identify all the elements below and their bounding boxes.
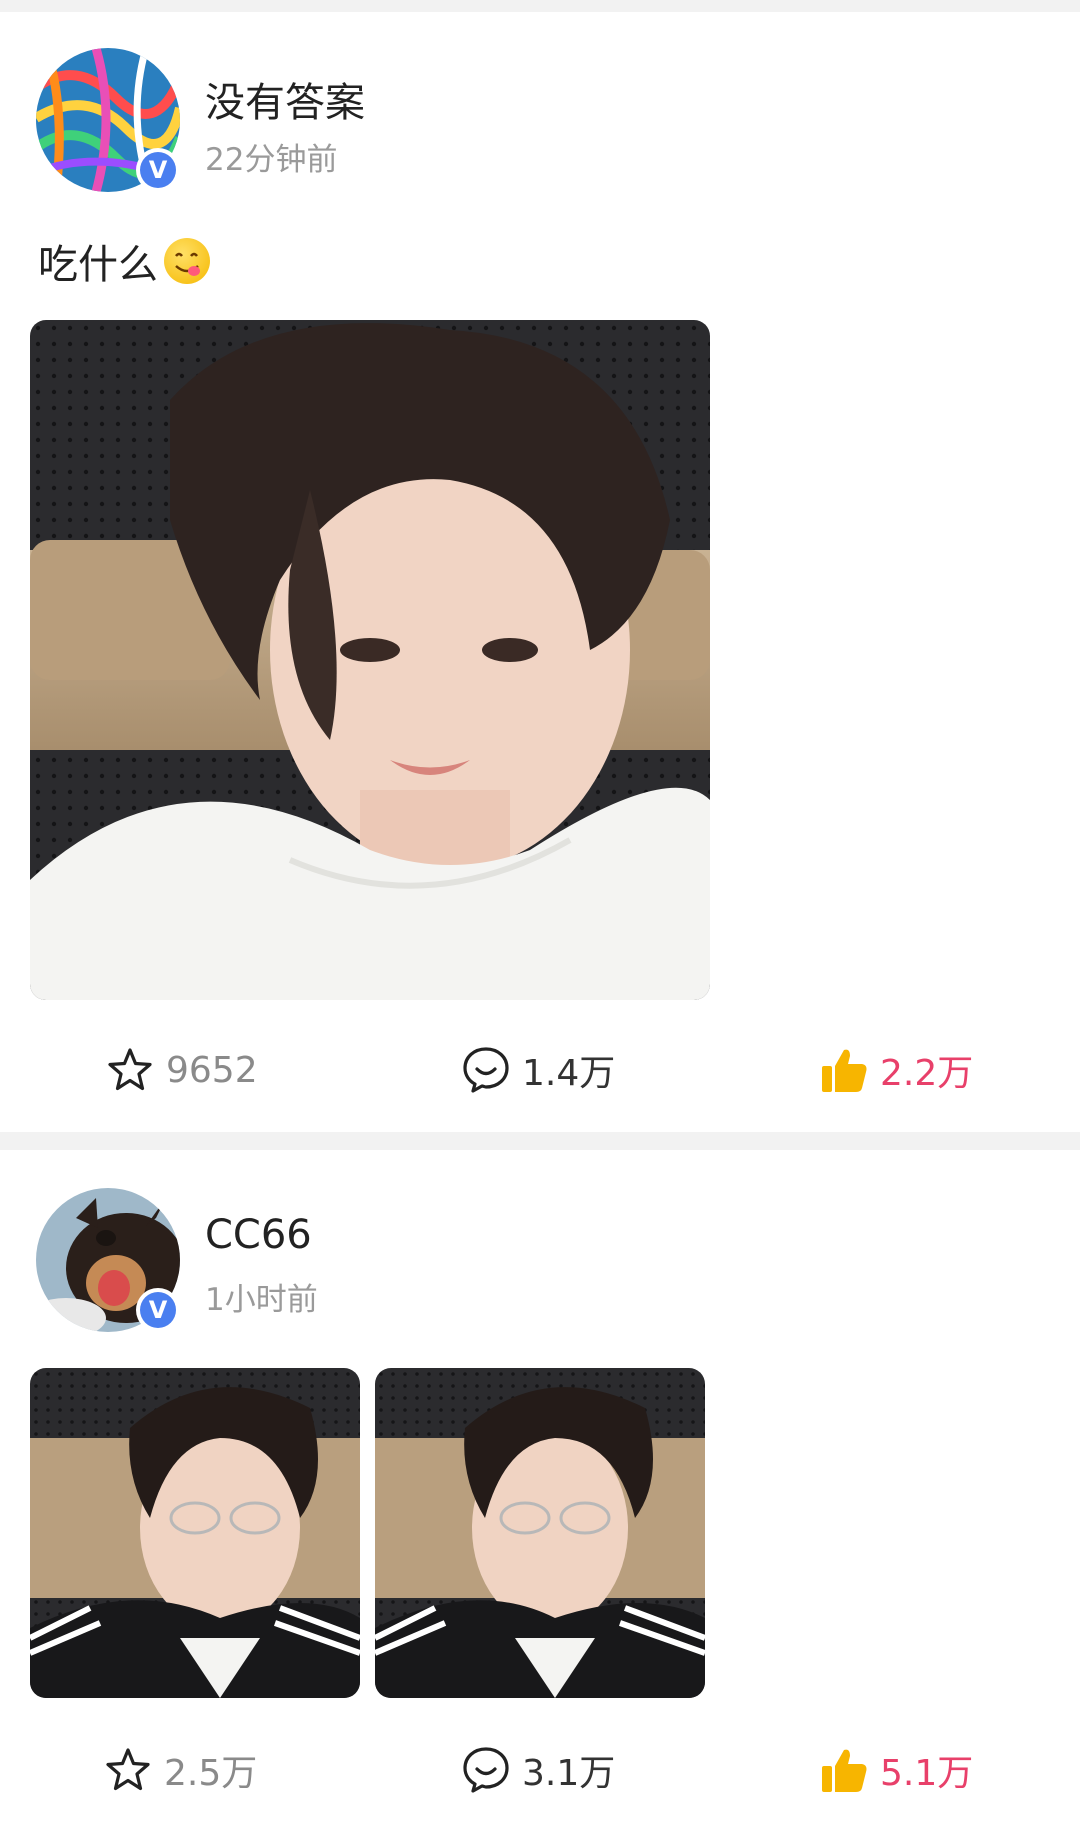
like-count: 5.1万 [880,1753,974,1794]
verified-v-icon: V [136,148,180,192]
comment-button[interactable]: 3.1万 [460,1742,615,1798]
star-icon [104,1044,156,1096]
thumbs-up-icon [818,1044,870,1096]
favorite-button[interactable]: 9652 [104,1042,258,1098]
post-text: 吃什么 [38,232,210,290]
comment-button[interactable]: 1.4万 [460,1042,615,1098]
yum-face-emoji-icon [164,238,210,284]
like-button[interactable]: 2.2万 [818,1042,973,1098]
star-icon [102,1744,154,1796]
post-time: 1小时前 [205,1282,318,1318]
post-photo-2[interactable] [375,1368,705,1698]
like-count: 2.2万 [880,1053,974,1094]
favorite-count: 2.5万 [164,1753,258,1794]
username[interactable]: CC66 [205,1212,312,1258]
post-divider [0,1132,1080,1150]
favorite-button[interactable]: 2.5万 [102,1742,257,1798]
comment-bubble-icon [460,1044,512,1096]
comment-bubble-icon [460,1744,512,1796]
feed-post-1[interactable]: V 没有答案 22分钟前 吃什么 9652 1.4万 2.2万 [0,12,1080,1132]
like-button[interactable]: 5.1万 [818,1742,973,1798]
comment-count: 1.4万 [522,1053,616,1094]
feed-post-2[interactable]: V CC66 1小时前 2.5万 3.1万 5.1万 [0,1150,1080,1830]
thumbs-up-icon [818,1744,870,1796]
top-divider [0,0,1080,12]
post-photo-1[interactable] [30,1368,360,1698]
favorite-count: 9652 [166,1049,258,1091]
post-text-content: 吃什么 [38,242,158,288]
username[interactable]: 没有答案 [205,70,365,128]
post-time: 22分钟前 [205,142,338,178]
post-photo[interactable] [30,320,710,1000]
verified-v-icon: V [136,1288,180,1332]
comment-count: 3.1万 [522,1753,616,1794]
